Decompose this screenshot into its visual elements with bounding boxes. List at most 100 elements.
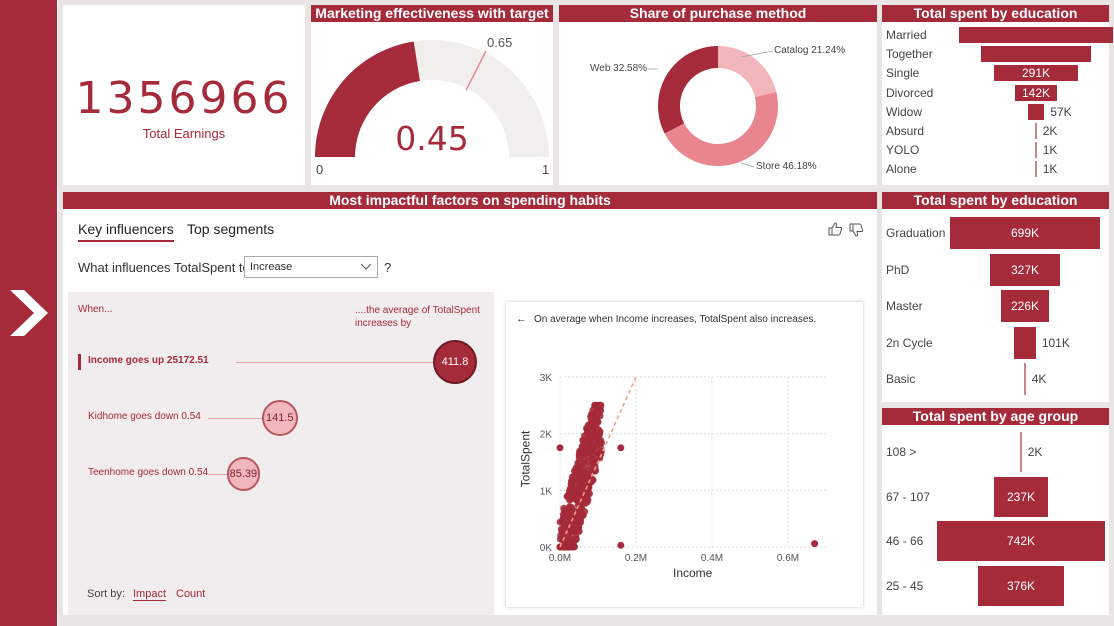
funnel-label: Divorced	[886, 85, 934, 100]
scatter-point	[594, 431, 602, 439]
scatter-point	[575, 509, 583, 517]
funnel-bar[interactable]	[1027, 103, 1045, 120]
influencers-title: Most impactful factors on spending habit…	[63, 192, 877, 209]
influencer-connector	[208, 418, 262, 419]
funnel-bar[interactable]	[1024, 363, 1026, 396]
gauge-title: Marketing effectiveness with target	[311, 5, 553, 22]
total-earnings-value: 1356966	[75, 73, 293, 124]
question-prefix: What influences TotalSpent to	[78, 260, 250, 275]
sort-impact[interactable]: Impact	[133, 588, 167, 601]
funnel-label: Alone	[886, 162, 917, 177]
funnel-value: 4K	[1031, 372, 1047, 387]
funnel-label: 108 >	[886, 445, 917, 459]
thumbs-up-icon[interactable]	[827, 221, 843, 237]
funnel-value: 226K	[1010, 299, 1039, 314]
funnel-label: Absurd	[886, 124, 925, 138]
donut-label-catalog: Catalog 21.24%	[774, 45, 846, 56]
donut-slice[interactable]	[658, 46, 718, 134]
influencer-bubble[interactable]: 411.8	[433, 340, 477, 384]
marital-funnel-title: Total spent by education	[882, 5, 1109, 22]
scatter-point	[584, 492, 592, 500]
influencer-label[interactable]: Teenhome goes down 0.54	[88, 467, 208, 478]
funnel-label: 25 - 45	[886, 578, 924, 593]
scatter-point	[576, 460, 584, 468]
funnel-bar[interactable]	[1035, 142, 1037, 159]
funnel-value: 57K	[1050, 104, 1072, 119]
donut-slice[interactable]	[664, 91, 779, 167]
influencers-list: When... ....the average of TotalSpent in…	[68, 292, 494, 615]
scatter-point	[588, 431, 596, 439]
scatter-point	[571, 543, 579, 551]
funnel-bar[interactable]	[1014, 326, 1036, 359]
scatter-point	[572, 477, 580, 485]
target-dropdown[interactable]: Increase	[244, 256, 378, 278]
influencer-label[interactable]: Kidhome goes down 0.54	[88, 411, 201, 422]
funnel-bar[interactable]	[959, 27, 1113, 43]
funnel-label: PhD	[886, 262, 910, 277]
funnel-bar[interactable]	[1020, 432, 1022, 472]
funnel-label: 2n Cycle	[886, 335, 933, 350]
sort-count[interactable]: Count	[176, 588, 205, 600]
funnel-label: Master	[886, 299, 923, 314]
scatter-point	[560, 508, 568, 516]
funnel-label: Married	[886, 28, 927, 42]
funnel-label: Single	[886, 66, 920, 81]
funnel-bar[interactable]	[1035, 161, 1037, 178]
influencer-bubble[interactable]: 85.39	[226, 457, 260, 491]
tab-key-influencers[interactable]: Key influencers	[78, 221, 174, 242]
dropdown-value: Increase	[250, 261, 293, 273]
funnel-label: 67 - 107	[886, 489, 931, 504]
y-axis-title: TotalSpent	[518, 430, 533, 488]
funnel-value: 1K	[1042, 162, 1058, 177]
scatter-point	[574, 527, 582, 535]
education-funnel-card: Total spent by education Graduation 699K P…	[882, 192, 1109, 402]
funnel-label: Widow	[886, 104, 923, 119]
x-tick-label: 0.4M	[701, 553, 723, 564]
thumbs-down-icon[interactable]	[848, 222, 864, 238]
chevron-right-icon[interactable]	[8, 290, 50, 336]
scatter-point	[592, 401, 600, 409]
funnel-label: Together	[886, 47, 933, 62]
funnel-value: 699K	[1010, 226, 1040, 240]
funnel-value: 101K	[1041, 335, 1070, 350]
funnel-bar[interactable]	[1035, 123, 1037, 139]
sidebar	[0, 0, 58, 626]
kpi-card: 1356966 Total Earnings	[63, 5, 305, 185]
influencer-label[interactable]: Income goes up 25172.51	[88, 355, 209, 366]
y-tick-label: 2K	[540, 430, 553, 441]
scatter-point	[556, 444, 564, 452]
funnel-value: 376K	[1006, 578, 1035, 593]
chevron-down-icon	[361, 263, 371, 270]
x-tick-label: 0.2M	[625, 553, 647, 564]
marital-funnel-card: Total spent by education Married Together…	[882, 5, 1113, 185]
donut-label-web: Web 32.58%	[590, 63, 648, 74]
scatter-point	[580, 436, 588, 444]
question-suffix: ?	[384, 260, 392, 275]
scatter-point	[575, 454, 583, 462]
donut-slice[interactable]	[718, 46, 777, 98]
scatter-point	[591, 424, 599, 432]
funnel-label: 46 - 66	[886, 534, 924, 548]
donut-label-store: Store 46.18%	[756, 161, 817, 172]
gauge-card: Marketing effectiveness with target 0.65…	[311, 5, 553, 185]
funnel-bar[interactable]	[980, 46, 1092, 63]
scatter-point	[557, 525, 565, 533]
funnel-value: 237K	[1006, 489, 1035, 504]
scatter-point	[566, 489, 574, 497]
gauge-value: 0.45	[395, 119, 469, 158]
funnel-value: 2K	[1027, 445, 1043, 459]
scatter-point	[590, 415, 598, 423]
scatter-card: ← On average when Income increases, Tota…	[506, 302, 863, 607]
influencer-bubble[interactable]: 141.5	[261, 400, 298, 436]
y-tick-label: 3K	[540, 373, 553, 384]
funnel-label: Graduation	[886, 226, 946, 240]
x-axis-title: Income	[673, 566, 713, 580]
funnel-label: YOLO	[886, 143, 920, 158]
funnel-value: 327K	[1010, 262, 1039, 277]
tab-top-segments[interactable]: Top segments	[187, 221, 274, 237]
age-funnel-card: Total spent by age group 108 > 2K 67 - 107…	[882, 408, 1109, 615]
funnel-value: 2K	[1042, 124, 1058, 138]
gauge-min-label: 0	[316, 162, 324, 177]
gauge-target-label: 0.65	[487, 35, 513, 50]
scatter-point	[577, 448, 585, 456]
